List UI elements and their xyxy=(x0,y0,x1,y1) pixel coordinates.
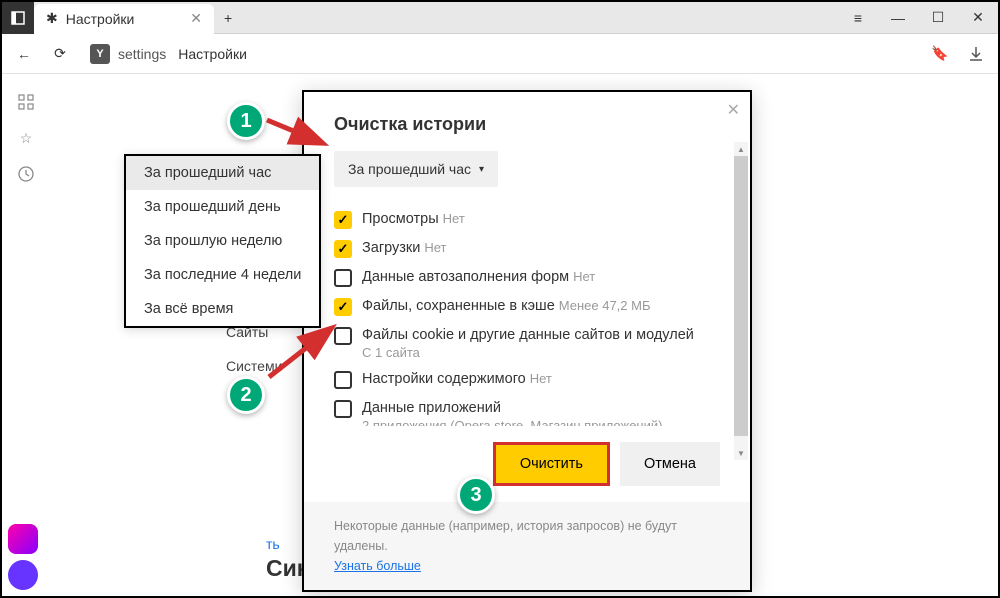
check-note: Нет xyxy=(424,240,446,255)
annotation-arrow-2 xyxy=(264,322,344,382)
check-row: Настройки содержимого Нет xyxy=(334,365,720,394)
time-range-label: За прошедший час xyxy=(348,161,471,177)
check-label: Загрузки xyxy=(362,240,420,256)
scroll-up-icon[interactable]: ▲ xyxy=(734,142,748,156)
bookmark-icon[interactable]: 🔖 xyxy=(926,40,954,68)
dropdown-item[interactable]: За последние 4 недели xyxy=(126,258,319,292)
dialog-footer: Очистить Отмена xyxy=(304,426,750,502)
close-dialog-icon[interactable]: ✕ xyxy=(727,100,740,120)
dropdown-item[interactable]: За прошлую неделю xyxy=(126,224,319,258)
app-shortcut-1[interactable] xyxy=(8,524,38,554)
scroll-thumb[interactable] xyxy=(734,156,748,436)
annotation-badge-2: 2 xyxy=(227,376,265,414)
time-range-select[interactable]: За прошедший час ▾ xyxy=(334,151,498,187)
dropdown-item[interactable]: За всё время xyxy=(126,292,319,326)
scroll-down-icon[interactable]: ▼ xyxy=(734,446,748,460)
chevron-down-icon: ▾ xyxy=(479,164,484,175)
check-label: Данные автозаполнения форм xyxy=(362,269,569,285)
sidebar: ☆ xyxy=(4,76,48,184)
check-subtext: 2 приложения (Opera store, Магазин прило… xyxy=(362,418,662,426)
dropdown-item[interactable]: За прошедший день xyxy=(126,190,319,224)
check-row: Просмотры Нет xyxy=(334,205,720,234)
titlebar: ✱ Настройки ✕ + ≡ — ☐ ✕ xyxy=(2,2,998,34)
sidebar-bottom xyxy=(8,524,38,590)
checkbox[interactable] xyxy=(334,211,352,229)
toolbar: ← ⟳ Y settings Настройки 🔖 xyxy=(2,34,998,74)
check-row: Данные автозаполнения форм Нет xyxy=(334,263,720,292)
dialog-note: Некоторые данные (например, история запр… xyxy=(304,502,750,590)
grid-icon[interactable] xyxy=(16,92,36,112)
dialog-title: Очистка истории xyxy=(304,92,750,151)
download-icon[interactable] xyxy=(962,40,990,68)
check-label: Файлы, сохраненные в кэше xyxy=(362,298,555,314)
star-icon[interactable]: ☆ xyxy=(16,128,36,148)
checkbox[interactable] xyxy=(334,269,352,287)
dropdown-item[interactable]: За прошедший час xyxy=(126,156,319,190)
maximize-button[interactable]: ☐ xyxy=(918,2,958,34)
gear-icon: ✱ xyxy=(46,10,58,27)
annotation-badge-1: 1 xyxy=(227,102,265,140)
annotation-arrow-1 xyxy=(262,110,332,150)
checkbox[interactable] xyxy=(334,240,352,258)
minimize-button[interactable]: — xyxy=(878,2,918,34)
cancel-button[interactable]: Отмена xyxy=(620,442,720,486)
menu-button[interactable]: ≡ xyxy=(838,2,878,34)
dialog-scrollbar[interactable]: ▲ ▼ xyxy=(734,142,748,460)
checkbox[interactable] xyxy=(334,400,352,418)
check-label: Просмотры xyxy=(362,211,439,227)
time-range-dropdown: За прошедший часЗа прошедший деньЗа прош… xyxy=(124,154,321,328)
learn-more-link[interactable]: Узнать больше xyxy=(334,559,421,573)
address-bar[interactable]: Y settings Настройки xyxy=(82,44,918,64)
close-window-button[interactable]: ✕ xyxy=(958,2,998,34)
clear-button[interactable]: Очистить xyxy=(493,442,610,486)
bg-footer: ть xyxy=(266,536,280,552)
app-icon xyxy=(2,2,34,34)
check-row: Файлы cookie и другие данные сайтов и мо… xyxy=(334,321,720,365)
reload-button[interactable]: ⟳ xyxy=(46,40,74,68)
close-tab-icon[interactable]: ✕ xyxy=(190,10,202,27)
bg-link[interactable]: ть xyxy=(266,536,280,552)
clear-history-dialog: ✕ Очистка истории За прошедший час ▾ Про… xyxy=(302,90,752,592)
check-note: Менее 47,2 МБ xyxy=(559,298,651,313)
check-row: Загрузки Нет xyxy=(334,234,720,263)
url-title: Настройки xyxy=(178,46,247,62)
url-path: settings xyxy=(118,46,166,62)
yandex-icon: Y xyxy=(90,44,110,64)
new-tab-button[interactable]: + xyxy=(214,10,242,26)
browser-tab[interactable]: ✱ Настройки ✕ xyxy=(34,4,214,34)
checklist: ПросмотрыНетЗагрузкиНетДанные автозаполн… xyxy=(334,205,720,426)
history-icon[interactable] xyxy=(16,164,36,184)
check-note: Нет xyxy=(573,269,595,284)
check-note: Нет xyxy=(530,371,552,386)
check-label: Файлы cookie и другие данные сайтов и мо… xyxy=(362,327,694,343)
check-label: Данные приложений xyxy=(362,400,501,416)
check-subtext: С 1 сайта xyxy=(362,345,694,360)
note-text: Некоторые данные (например, история запр… xyxy=(334,519,677,553)
annotation-badge-3: 3 xyxy=(457,476,495,514)
app-shortcut-2[interactable] xyxy=(8,560,38,590)
check-note: Нет xyxy=(443,211,465,226)
back-button[interactable]: ← xyxy=(10,40,38,68)
check-row: Данные приложений 2 приложения (Opera sto… xyxy=(334,394,720,426)
tab-title: Настройки xyxy=(66,11,135,27)
checkbox[interactable] xyxy=(334,298,352,316)
check-label: Настройки содержимого xyxy=(362,371,526,387)
check-row: Файлы, сохраненные в кэше Менее 47,2 МБ xyxy=(334,292,720,321)
